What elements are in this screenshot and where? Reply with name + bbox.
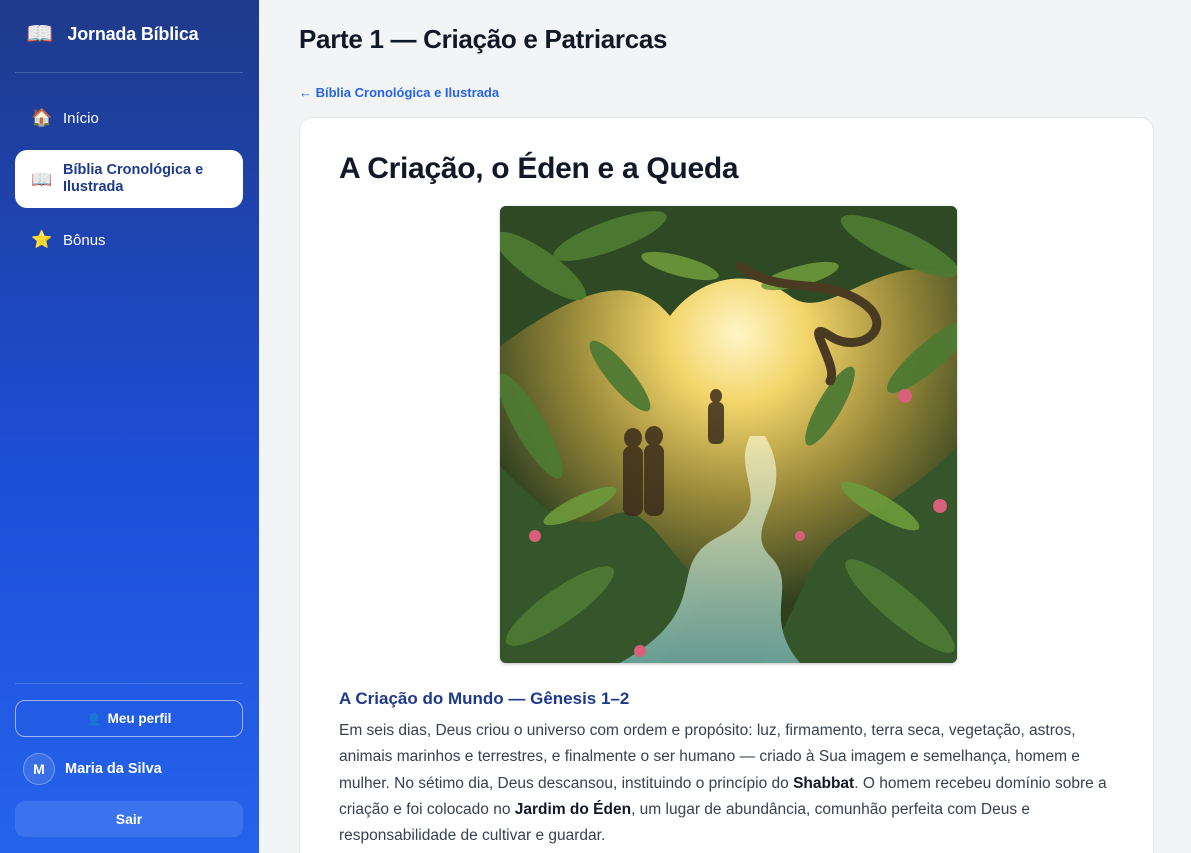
avatar[interactable]: M <box>23 753 55 785</box>
sidebar-item-biblia[interactable]: 📖 Bíblia Cronológica e Ilustrada <box>15 150 243 208</box>
sidebar-divider <box>15 683 243 684</box>
sidebar: 📖 Jornada Bíblica 🏠 Início 📖 Bíblia Cron… <box>0 0 259 853</box>
section-title: A Criação do Mundo — Gênesis 1–2 <box>339 689 630 708</box>
open-book-icon: 📖 <box>31 169 53 189</box>
bold-term-shabbat: Shabbat <box>793 774 855 792</box>
logout-button[interactable]: Sair <box>15 801 243 837</box>
star-icon: ⭐ <box>31 230 53 249</box>
profile-button[interactable]: 👤 Meu perfil <box>15 700 243 737</box>
app-title: Jornada Bíblica <box>67 23 199 44</box>
lesson-paragraph: Em seis dias, Deus criou o universo com … <box>339 722 1107 845</box>
house-icon: 🏠 <box>31 108 53 127</box>
open-book-icon: 📖 <box>26 21 54 46</box>
bold-term-jardim-do-eden: Jardim do Éden <box>514 800 632 818</box>
garden-of-eden-illustration <box>500 206 957 663</box>
lesson-title: A Criação, o Éden e a Queda <box>339 152 739 185</box>
sidebar-nav: 🏠 Início 📖 Bíblia Cronológica e Ilustrad… <box>15 94 243 272</box>
user-icon: 👤 <box>86 711 102 726</box>
sidebar-item-bonus[interactable]: ⭐ Bônus <box>15 216 243 264</box>
sidebar-divider <box>15 72 243 73</box>
sidebar-item-inicio[interactable]: 🏠 Início <box>15 94 243 142</box>
brand[interactable]: 📖 Jornada Bíblica <box>26 21 199 46</box>
lesson-card: A Criação, o Éden e a Queda A Criação do… <box>299 117 1154 853</box>
user-name: Maria da Silva <box>65 761 162 777</box>
page-title: Parte 1 — Criação e Patriarcas <box>299 24 668 54</box>
sidebar-item-label: Bônus <box>63 231 106 249</box>
profile-button-label: Meu perfil <box>107 711 172 726</box>
sidebar-item-label: Bíblia Cronológica e Ilustrada <box>63 162 204 195</box>
user-info: M Maria da Silva <box>23 753 162 785</box>
sidebar-item-label: Início <box>63 109 99 127</box>
back-link[interactable]: ← Bíblia Cronológica e Ilustrada <box>299 85 499 100</box>
